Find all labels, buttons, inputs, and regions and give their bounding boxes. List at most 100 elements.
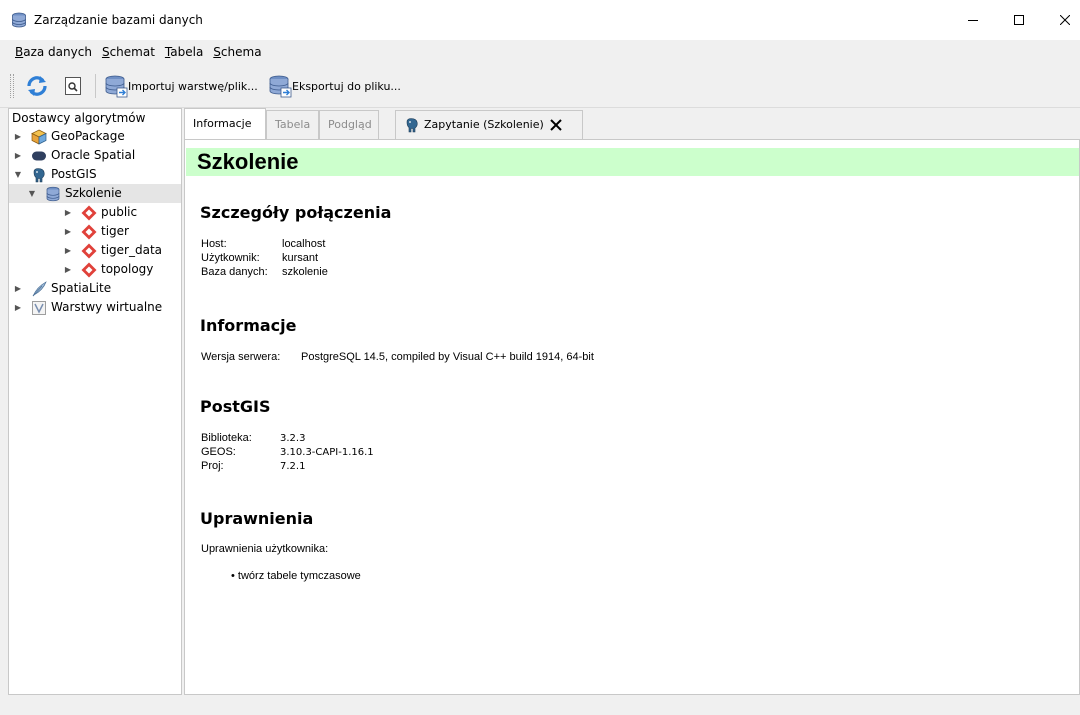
connection-details-heading: Szczegóły połączenia [200, 203, 392, 222]
menu-schema-2[interactable]: Schema [208, 41, 266, 63]
menu-database[interactable]: Baza danych [10, 41, 97, 63]
geos-value: 3.10.3-CAPI-1.16.1 [280, 447, 374, 458]
tree-item-label: Warstwy wirtualne [51, 300, 163, 314]
menu-schema-accel: S [101, 45, 110, 59]
import-layer-label: Importuj warstwę/plik... [128, 79, 258, 93]
page-title: Szkolenie [197, 149, 299, 174]
providers-panel-header: Dostawcy algorytmów [9, 109, 181, 127]
maximize-button[interactable] [996, 7, 1042, 33]
server-version-value: PostgreSQL 14.5, compiled by Visual C++ … [301, 351, 594, 363]
menu-schema-label: chemat [109, 45, 155, 59]
toolbar-separator [95, 74, 96, 98]
database-label: Baza danych: [201, 266, 268, 278]
sql-window-button[interactable] [60, 73, 86, 99]
expand-arrow-icon[interactable]: ▶ [13, 146, 23, 165]
tab-bar: Informacje Tabela Podgląd Zapytanie (Szk… [184, 108, 1080, 140]
schema-icon [81, 224, 97, 240]
close-button[interactable] [1042, 7, 1080, 33]
providers-panel: Dostawcy algorytmów ▶ GeoPackage ▶ Oracl… [8, 108, 182, 695]
tree-item-postgis[interactable]: ▼ PostGIS [9, 165, 181, 184]
tree-item-label: PostGIS [51, 167, 97, 181]
menu-database-accel: B [15, 45, 24, 59]
tree-item-schema-public[interactable]: ▶ public [9, 203, 181, 222]
menu-schema[interactable]: Schemat [97, 41, 160, 63]
library-label: Biblioteka: [201, 432, 252, 444]
menu-database-label: aza danych [23, 45, 92, 59]
refresh-button[interactable] [24, 73, 50, 99]
export-db-icon [269, 75, 292, 98]
menu-table[interactable]: Tabela [160, 41, 208, 63]
virtual-layer-icon [31, 300, 47, 316]
oracle-icon [31, 148, 47, 164]
postgis-elephant-icon [31, 167, 47, 183]
tab-preview[interactable]: Podgląd [319, 110, 379, 139]
tree-item-szkolenie[interactable]: ▼ Szkolenie [9, 184, 181, 203]
spatialite-feather-icon [31, 281, 47, 297]
expand-arrow-icon[interactable]: ▶ [63, 260, 73, 279]
proj-value: 7.2.1 [280, 461, 306, 472]
expand-arrow-icon[interactable]: ▶ [13, 279, 23, 298]
geopackage-icon [31, 129, 47, 145]
tree-item-label: Szkolenie [65, 186, 122, 200]
tree-item-schema-topology[interactable]: ▶ topology [9, 260, 181, 279]
sql-window-icon [65, 77, 81, 95]
tab-table[interactable]: Tabela [266, 110, 319, 139]
tree-item-label: SpatiaLite [51, 281, 112, 295]
tab-info[interactable]: Informacje [184, 108, 266, 139]
database-icon [11, 12, 27, 28]
expand-arrow-icon[interactable]: ▶ [13, 127, 23, 146]
collapse-arrow-icon[interactable]: ▼ [13, 165, 23, 184]
tree-item-virtual-layers[interactable]: ▶ Warstwy wirtualne [9, 298, 181, 317]
menu-schema-2-label: chema [220, 45, 262, 59]
tab-query[interactable]: Zapytanie (Szkolenie) [395, 110, 583, 139]
user-label: Użytkownik: [201, 252, 260, 264]
refresh-icon [27, 76, 47, 96]
title-band [186, 148, 1079, 176]
toolbar-grip[interactable] [10, 74, 14, 98]
expand-arrow-icon[interactable]: ▶ [63, 203, 73, 222]
collapse-arrow-icon[interactable]: ▼ [27, 184, 37, 203]
import-db-icon [105, 75, 128, 98]
import-layer-button[interactable]: Importuj warstwę/plik... [104, 73, 258, 99]
host-value: localhost [282, 238, 326, 250]
tab-query-label: Zapytanie (Szkolenie) [424, 118, 544, 131]
export-file-label: Eksportuj do pliku... [292, 79, 401, 93]
window-title: Zarządzanie bazami danych [34, 13, 203, 27]
user-privileges-label: Uprawnienia użytkownika: [201, 543, 329, 555]
tree-item-label: Oracle Spatial [51, 148, 136, 162]
tree-item-spatialite[interactable]: ▶ SpatiaLite [9, 279, 181, 298]
tree-item-label: tiger_data [101, 243, 163, 257]
tree-item-label: tiger [101, 224, 129, 238]
minimize-button[interactable] [950, 7, 996, 33]
expand-arrow-icon[interactable]: ▶ [63, 222, 73, 241]
host-label: Host: [201, 238, 227, 250]
tree-item-schema-tiger[interactable]: ▶ tiger [9, 222, 181, 241]
schema-icon [81, 205, 97, 221]
library-value: 3.2.3 [280, 433, 306, 444]
providers-tree: ▶ GeoPackage ▶ Oracle Spatial ▼ PostGIS … [9, 127, 181, 317]
export-file-button[interactable]: Eksportuj do pliku... [268, 73, 401, 99]
menu-schema-2-accel: S [213, 45, 221, 59]
privilege-list-item-text: twórz tabele tymczasowe [237, 570, 361, 582]
database-icon [45, 186, 61, 202]
menu-table-label: abela [170, 45, 204, 59]
privilege-list-item: • twórz tabele tymczasowe [231, 570, 361, 582]
schema-icon [81, 243, 97, 259]
information-heading: Informacje [200, 316, 297, 335]
info-content: Szkolenie Szczegóły połączenia Host: loc… [184, 139, 1080, 695]
expand-arrow-icon[interactable]: ▶ [63, 241, 73, 260]
tree-item-label: GeoPackage [51, 129, 125, 143]
close-tab-icon[interactable] [550, 119, 562, 131]
proj-label: Proj: [201, 460, 224, 472]
title-bar: Zarządzanie bazami danych [0, 0, 1080, 40]
toolbar: Importuj warstwę/plik... Eksportuj do pl… [0, 64, 1080, 108]
user-value: kursant [282, 252, 319, 264]
tab-info-label: Informacje [193, 117, 252, 130]
maximize-icon [1014, 15, 1024, 25]
tree-item-schema-tiger-data[interactable]: ▶ tiger_data [9, 241, 181, 260]
tree-item-oracle-spatial[interactable]: ▶ Oracle Spatial [9, 146, 181, 165]
schema-icon [81, 262, 97, 278]
tree-item-geopackage[interactable]: ▶ GeoPackage [9, 127, 181, 146]
menu-bar: Baza danych Schemat Tabela Schema [0, 40, 1080, 64]
expand-arrow-icon[interactable]: ▶ [13, 298, 23, 317]
